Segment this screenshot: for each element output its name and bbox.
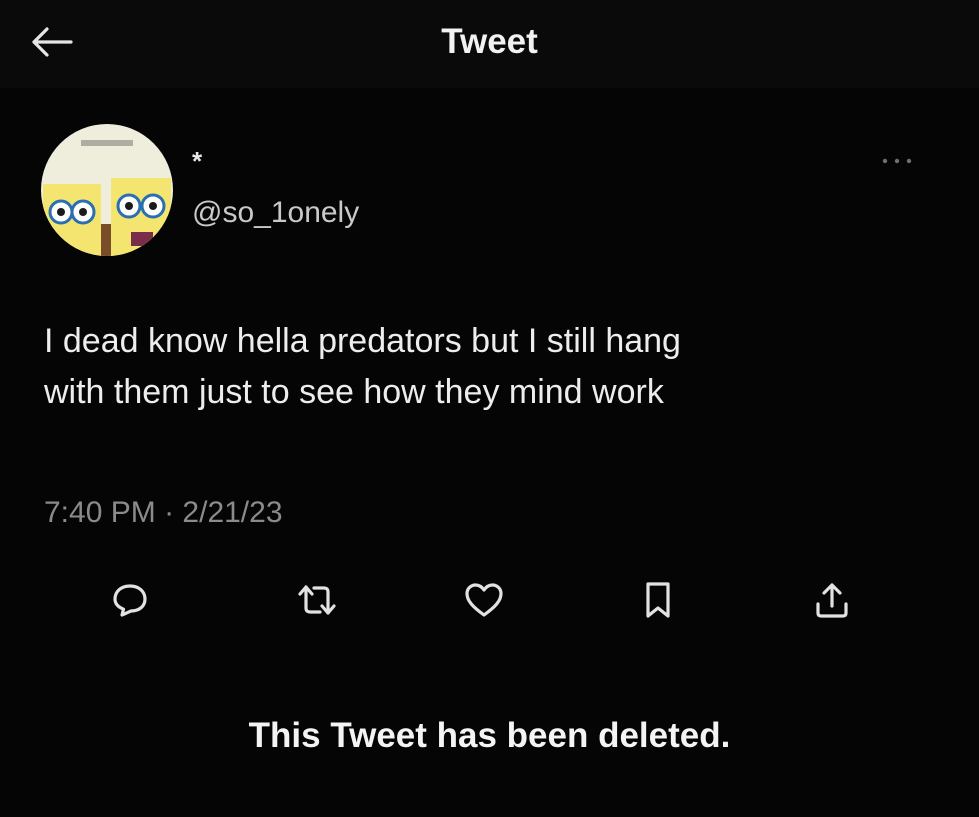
- tweet-date[interactable]: 2/21/23: [182, 496, 282, 529]
- tweet-time[interactable]: 7:40 PM: [44, 496, 156, 529]
- more-options-button[interactable]: [872, 146, 922, 176]
- page-title: Tweet: [441, 22, 538, 61]
- tweet-actions-bar: [0, 572, 979, 628]
- retweet-icon: [298, 585, 336, 615]
- display-name: *: [192, 146, 203, 176]
- bookmark-button[interactable]: [630, 572, 686, 628]
- spongebob-avatar: [41, 124, 173, 256]
- share-icon: [816, 583, 848, 618]
- reply-icon: [113, 584, 147, 617]
- reply-button[interactable]: [102, 572, 158, 628]
- username-handle[interactable]: @so_1onely: [192, 196, 359, 230]
- tweet-text-line: I dead know hella predators but I still …: [44, 322, 681, 360]
- top-bar: Tweet: [0, 0, 979, 88]
- tweet-text-line: with them just to see how they mind work: [44, 373, 664, 411]
- like-button[interactable]: [456, 572, 512, 628]
- bookmark-icon: [646, 582, 670, 618]
- share-button[interactable]: [804, 572, 860, 628]
- like-icon: [465, 583, 503, 617]
- more-icon: [882, 158, 912, 164]
- tweet-text: I dead know hella predators but I still …: [44, 316, 924, 418]
- tweet-timestamp: 7:40 PM · 2/21/23: [44, 496, 283, 530]
- avatar[interactable]: [41, 124, 173, 256]
- retweet-button[interactable]: [289, 572, 345, 628]
- timestamp-separator: ·: [164, 496, 175, 529]
- deleted-notice: This Tweet has been deleted.: [248, 716, 731, 755]
